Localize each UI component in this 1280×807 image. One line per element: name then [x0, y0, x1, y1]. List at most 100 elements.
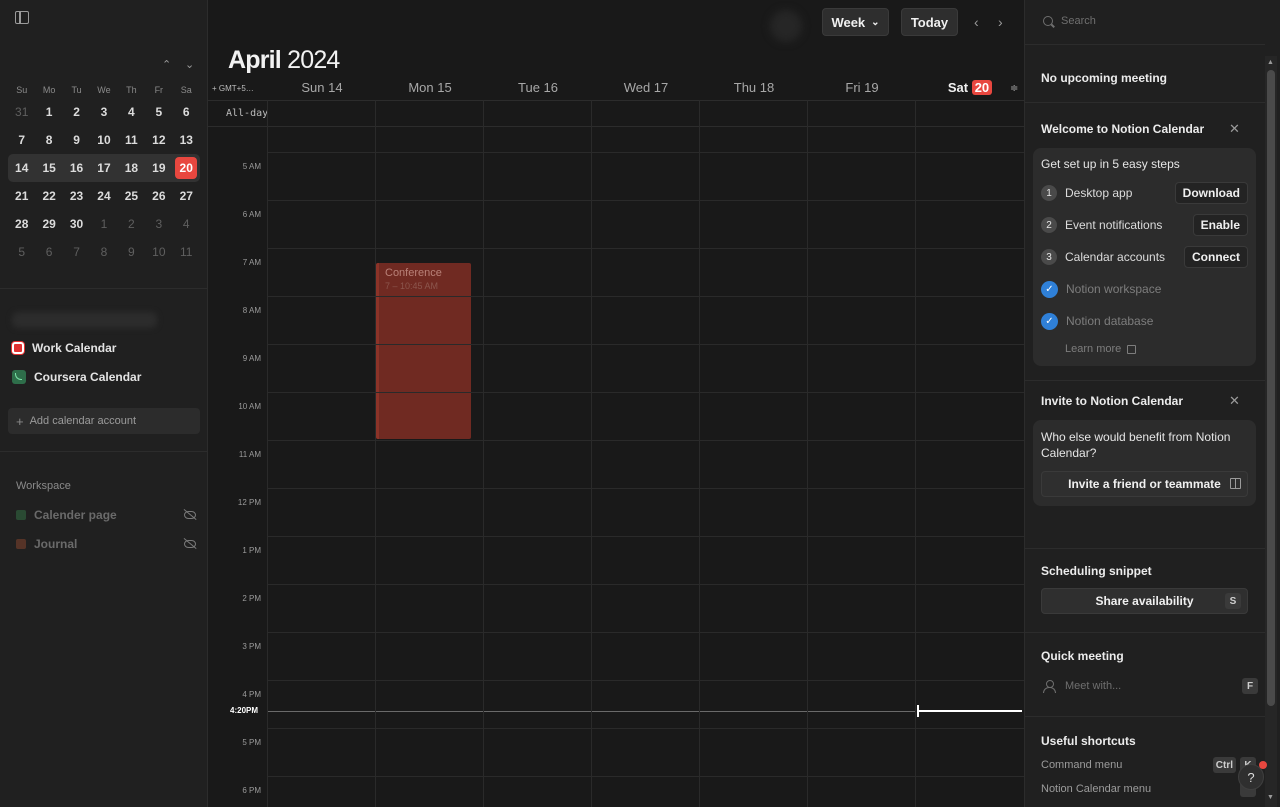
add-calendar-account-button[interactable]: + Add calendar account [8, 408, 200, 434]
meet-with-input[interactable]: Meet with... F [1043, 678, 1258, 694]
step-number: 3 [1041, 249, 1057, 265]
close-icon[interactable]: ✕ [1229, 121, 1240, 137]
timezone-text: GMT+5… [218, 84, 254, 93]
event-block[interactable]: Conference 7 – 10:45 AM [376, 263, 471, 439]
mini-calendar-day[interactable]: 28 [8, 212, 35, 236]
mini-calendar-day[interactable]: 10 [90, 128, 117, 152]
plus-icon: + [16, 413, 24, 429]
mini-calendar-day[interactable]: 1 [90, 212, 117, 236]
today-button[interactable]: Today [901, 8, 958, 36]
mini-calendar-day[interactable]: 16 [63, 156, 90, 180]
hour-label: 9 AM [242, 354, 261, 363]
scrollbar-thumb[interactable] [1267, 70, 1275, 706]
day-number: 20 [175, 157, 198, 179]
day-header[interactable]: Mon 15 [376, 80, 484, 100]
mini-calendar-day[interactable]: 27 [173, 184, 200, 208]
mini-calendar-day[interactable]: 2 [118, 212, 145, 236]
mini-calendar-day[interactable]: 9 [118, 240, 145, 264]
scheduling-title: Scheduling snippet [1041, 564, 1152, 578]
day-header[interactable]: Tue 16 [484, 80, 592, 100]
connect-button[interactable]: Connect [1184, 246, 1248, 268]
enable-button[interactable]: Enable [1192, 214, 1248, 236]
view-select-button[interactable]: Week ⌄ [822, 8, 889, 36]
mini-calendar-day[interactable]: 25 [118, 184, 145, 208]
mini-calendar-day[interactable]: 18 [118, 156, 145, 180]
chevron-up-icon[interactable]: ⌃ [162, 58, 171, 71]
workspace-item-journal[interactable]: Journal [16, 535, 196, 553]
workspace-item-calender-page[interactable]: Calender page [16, 506, 196, 524]
calendar-color-swatch[interactable] [12, 342, 24, 354]
hour-label: 10 AM [238, 402, 261, 411]
checkmark-icon: ✓ [1041, 312, 1058, 330]
mini-calendar-day[interactable]: 4 [118, 100, 145, 124]
mini-calendar-day[interactable]: 21 [8, 184, 35, 208]
mini-calendar-day[interactable]: 8 [35, 128, 62, 152]
calendar-item-coursera[interactable]: Coursera Calendar [12, 367, 141, 387]
mini-calendar-day[interactable]: 26 [145, 184, 172, 208]
mini-calendar-day[interactable]: 7 [63, 240, 90, 264]
mini-calendar-day[interactable]: 6 [35, 240, 62, 264]
mini-calendar-day[interactable]: 1 [35, 100, 62, 124]
mini-calendar-day[interactable]: 17 [90, 156, 117, 180]
welcome-title: Welcome to Notion Calendar [1041, 122, 1205, 136]
mini-calendar-day[interactable]: 5 [145, 100, 172, 124]
all-day-row[interactable] [208, 100, 1024, 127]
previous-week-icon[interactable]: ‹ [974, 14, 979, 30]
calendar-item-work[interactable]: Work Calendar [12, 338, 116, 358]
invite-friend-button[interactable]: Invite a friend or teammate [1041, 471, 1248, 497]
avatar[interactable] [770, 10, 802, 42]
sidebar-toggle-icon[interactable] [15, 11, 29, 24]
mini-calendar-day[interactable]: 9 [63, 128, 90, 152]
mini-calendar-day[interactable]: 11 [118, 128, 145, 152]
day-header[interactable]: Sun 14 [268, 80, 376, 100]
download-button[interactable]: Download [1174, 182, 1248, 204]
mini-calendar-day[interactable]: 6 [173, 100, 200, 124]
close-icon[interactable]: ✕ [1229, 393, 1240, 409]
left-sidebar: ⌃ ⌄ Su Mo Tu We Th Fr Sa 31 1 2 3 4 5 6 7 8 9 10 11 12 13 14… [0, 0, 208, 807]
mini-calendar-day[interactable]: 31 [8, 100, 35, 124]
mini-calendar-day[interactable]: 29 [35, 212, 62, 236]
learn-more-link[interactable]: Learn more [1065, 343, 1137, 355]
day-header[interactable]: Wed 17 [592, 80, 700, 100]
day-header-today[interactable]: Sat 20 [916, 80, 1024, 100]
step-number: 2 [1041, 217, 1057, 233]
mini-calendar-day[interactable]: 19 [145, 156, 172, 180]
mini-calendar-day[interactable]: 4 [173, 212, 200, 236]
mini-calendar-day[interactable]: 11 [173, 240, 200, 264]
invite-button-label: Invite a friend or teammate [1068, 477, 1221, 491]
mini-calendar-today[interactable]: 20 [173, 156, 200, 180]
mini-calendar-day[interactable]: 10 [145, 240, 172, 264]
weekday-label: Fr [154, 85, 164, 95]
timezone-label[interactable]: + GMT+5… [212, 84, 254, 93]
day-number: 5 [18, 245, 26, 259]
scroll-down-icon[interactable]: ▼ [1267, 794, 1274, 801]
mini-calendar-day[interactable]: 5 [8, 240, 35, 264]
day-number: 27 [179, 189, 193, 203]
day-number: 5 [155, 105, 163, 119]
mini-calendar-day[interactable]: 8 [90, 240, 117, 264]
chevron-down-icon[interactable]: ⌄ [185, 58, 194, 71]
mini-calendar-day[interactable]: 24 [90, 184, 117, 208]
eye-off-icon[interactable] [184, 511, 196, 519]
mini-calendar-day[interactable]: 22 [35, 184, 62, 208]
mini-calendar-day[interactable]: 2 [63, 100, 90, 124]
mini-calendar-day[interactable]: 3 [145, 212, 172, 236]
day-header[interactable]: Thu 18 [700, 80, 808, 100]
mini-calendar-day[interactable]: 13 [173, 128, 200, 152]
eye-off-icon[interactable] [184, 540, 196, 548]
mini-calendar-day[interactable]: 3 [90, 100, 117, 124]
scroll-up-icon[interactable]: ▲ [1267, 59, 1274, 66]
hour-gridline [268, 344, 1024, 345]
mini-calendar-day[interactable]: 12 [145, 128, 172, 152]
mini-calendar-day[interactable]: 7 [8, 128, 35, 152]
share-availability-button[interactable]: Share availability S [1041, 588, 1248, 614]
expand-icon[interactable]: ≑ [1010, 83, 1018, 94]
step-label: Notion database [1066, 314, 1154, 328]
next-week-icon[interactable]: › [998, 14, 1003, 30]
mini-calendar-day[interactable]: 14 [8, 156, 35, 180]
day-header[interactable]: Fri 19 [808, 80, 916, 100]
mini-calendar-day[interactable]: 30 [63, 212, 90, 236]
mini-calendar-day[interactable]: 23 [63, 184, 90, 208]
mini-calendar-day[interactable]: 15 [35, 156, 62, 180]
search-field[interactable]: Search [1043, 15, 1096, 27]
